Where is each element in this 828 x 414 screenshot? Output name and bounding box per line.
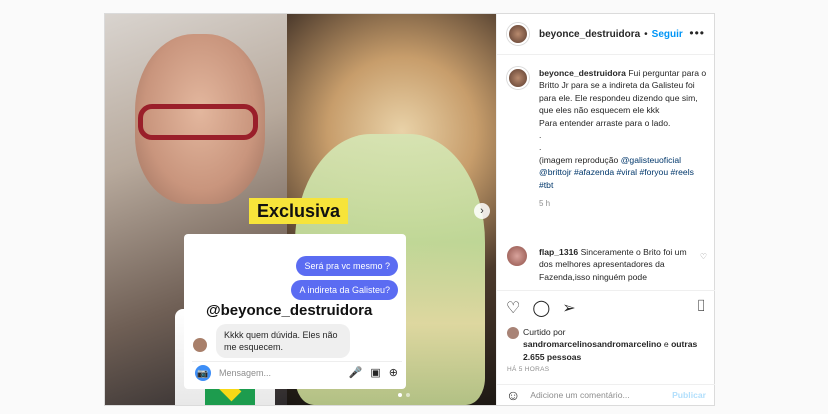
caption-time: 5 h (539, 199, 551, 209)
chat-message-out: A indireta da Galisteu? (291, 280, 398, 300)
comment-username[interactable]: flap_1316 (539, 247, 578, 257)
red-glasses (138, 104, 258, 140)
post-header: beyonce_destruidora • Seguir ••• (497, 14, 714, 55)
carousel-dot (406, 393, 410, 397)
post-timestamp: HÁ 5 HORAS (507, 366, 550, 373)
liked-by-text: Curtido por sandromarcelinosandromarceli… (523, 326, 707, 363)
instagram-post: Exclusiva Será pra vc mesmo ? A indireta… (104, 13, 715, 406)
post-sidebar: beyonce_destruidora • Seguir ••• beyonce… (496, 14, 715, 405)
chat-input-bar: 📷 Mensagem... 🎤 ▣ ⊕ (192, 361, 402, 383)
liked-and: e (663, 339, 669, 350)
plus-circle-icon: ⊕ (388, 367, 398, 379)
action-bar: ♡ ◯ ➢ ⌷ (497, 290, 715, 324)
share-icon[interactable]: ➢ (562, 298, 575, 318)
chat-message-in: Kkkk quem dúvida. Eles não me esquecem. (216, 324, 350, 358)
post-media[interactable]: Exclusiva Será pra vc mesmo ? A indireta… (105, 14, 496, 405)
comment-icon[interactable]: ◯ (532, 298, 550, 318)
chat-message-out: Será pra vc mesmo ? (296, 256, 398, 276)
follow-button[interactable]: Seguir (652, 29, 683, 40)
comment-input[interactable]: Adicione um comentário... (530, 390, 672, 400)
add-comment-bar: ☺ Adicione um comentário... Publicar (497, 384, 715, 405)
bookmark-icon[interactable]: ⌷ (696, 298, 706, 316)
avatar[interactable] (507, 67, 529, 89)
caption-body: Fui perguntar para o Britto Jr para se a… (539, 68, 707, 165)
chat-handle: @beyonce_destruidora (206, 302, 373, 319)
camera-icon: 📷 (195, 364, 211, 381)
chat-input-placeholder: Mensagem... (219, 367, 272, 378)
caption: beyonce_destruidora Fui perguntar para o… (507, 67, 707, 208)
liker-avatar (507, 327, 519, 339)
liked-by: Curtido por sandromarcelinosandromarceli… (507, 326, 707, 363)
publish-button[interactable]: Publicar (672, 390, 706, 400)
image-icon: ▣ (370, 367, 381, 379)
comment-text: flap_1316 Sinceramente o Brito foi um do… (539, 246, 691, 283)
comment: flap_1316 Sinceramente o Brito foi um do… (507, 246, 707, 288)
more-horizontal-icon[interactable]: ••• (689, 26, 705, 40)
caption-text: beyonce_destruidora Fui perguntar para o… (539, 67, 707, 191)
next-slide-button[interactable]: › (474, 203, 490, 219)
liked-prefix: Curtido por (523, 327, 566, 337)
microphone-icon: 🎤 (348, 367, 363, 379)
emoji-icon[interactable]: ☺ (506, 387, 520, 403)
post-username[interactable]: beyonce_destruidora (539, 29, 640, 40)
carousel-dots (398, 393, 410, 397)
heart-icon[interactable]: ♡ (506, 298, 520, 318)
avatar[interactable] (507, 23, 529, 45)
heart-icon[interactable]: ♡ (700, 252, 707, 261)
commenter-avatar[interactable] (507, 246, 527, 266)
exclusive-banner: Exclusiva (249, 198, 349, 224)
caption-username[interactable]: beyonce_destruidora (539, 68, 626, 78)
liker-username[interactable]: sandromarcelinosandromarcelino (523, 339, 662, 349)
chat-avatar (193, 338, 207, 352)
separator-dot: • (644, 28, 648, 40)
carousel-dot (398, 393, 402, 397)
